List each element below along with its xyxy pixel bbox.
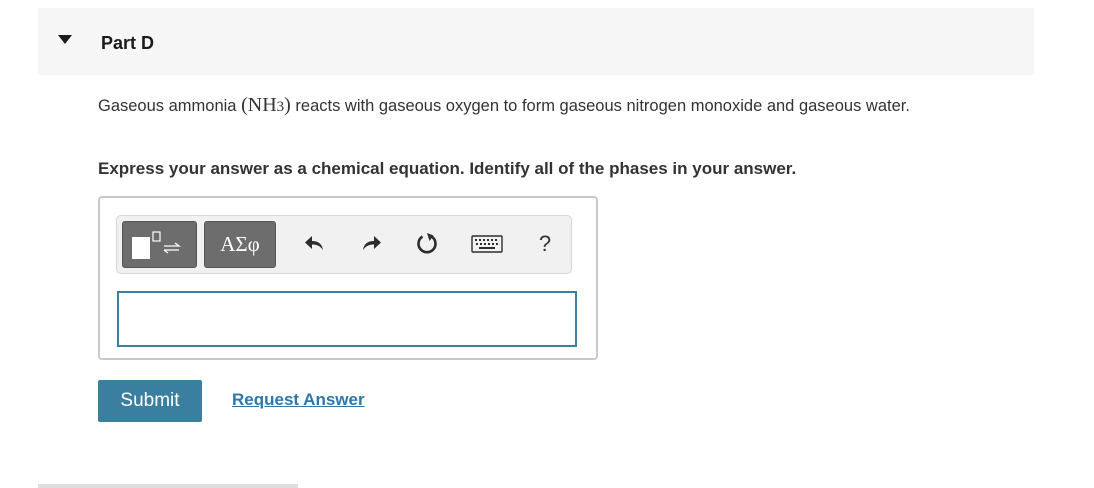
question-text-after: reacts with gaseous oxygen to form gaseo… — [290, 97, 910, 115]
caret-down-icon[interactable] — [58, 35, 72, 44]
redo-icon — [363, 236, 381, 250]
part-header: Part D — [38, 8, 1034, 75]
keyboard-button[interactable] — [467, 228, 507, 260]
submit-button[interactable]: Submit — [98, 380, 202, 422]
redo-button[interactable] — [355, 228, 387, 260]
chem-template-icon — [132, 231, 181, 259]
chem-template-button[interactable] — [122, 221, 197, 268]
undo-icon — [305, 236, 323, 250]
equation-toolbar: ΑΣφ ? — [116, 215, 572, 274]
reset-button[interactable] — [411, 228, 443, 260]
instruction-text: Express your answer as a chemical equati… — [98, 159, 797, 178]
answer-input[interactable] — [117, 291, 577, 347]
ammonia-formula: (NH3) — [241, 94, 291, 116]
part-title: Part D — [101, 33, 155, 53]
help-button[interactable]: ? — [533, 228, 557, 260]
question-text-before: Gaseous ammonia — [98, 97, 242, 115]
keyboard-icon — [471, 235, 503, 253]
request-answer-link[interactable]: Request Answer — [232, 390, 365, 410]
greek-symbols-button[interactable]: ΑΣφ — [204, 221, 276, 268]
question-text: Gaseous ammonia (NH3) reacts with gaseou… — [98, 91, 1028, 121]
undo-button[interactable] — [299, 228, 331, 260]
reset-icon — [417, 233, 437, 254]
section-divider — [38, 484, 298, 488]
answer-box: ΑΣφ ? — [98, 196, 598, 360]
